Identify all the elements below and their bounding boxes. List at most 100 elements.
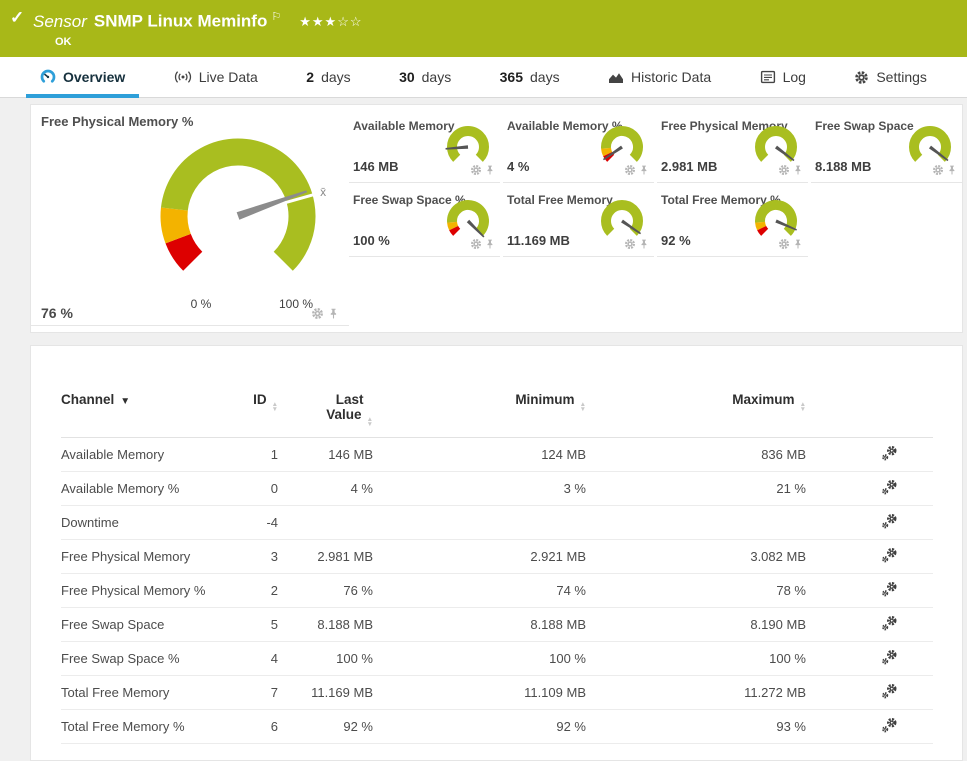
gauges-panel: Free Physical Memory % x̄ 0 % 100 % 76 %…: [30, 104, 963, 333]
sensor-status-badge: OK: [55, 35, 72, 48]
tab-label: days: [321, 69, 351, 85]
channel-table-row: Free Swap Space 5 8.188 MB 8.188 MB 8.19…: [61, 607, 933, 642]
channel-id: 6: [221, 709, 278, 744]
sort-icon: ▲ ▼: [799, 401, 806, 413]
status-check-icon: ✓: [10, 8, 25, 27]
pin-icon[interactable]: [639, 164, 649, 176]
channel-id: 0: [221, 471, 278, 506]
table-header-row: Channel ▼ ID ▲ ▼ Last Value ▲ ▼ Minimum ▲ ▼ Max…: [61, 366, 933, 438]
column-header-minimum[interactable]: Minimum ▲ ▼: [373, 366, 586, 438]
tab-2-days[interactable]: 2 days: [292, 57, 364, 97]
channel-table: Channel ▼ ID ▲ ▼ Last Value ▲ ▼ Minimum ▲ ▼ Max…: [61, 366, 933, 744]
channel-settings-icon[interactable]: [881, 445, 898, 462]
sort-icon: ▲ ▼: [579, 401, 586, 413]
channel-gauge-tile[interactable]: Available Memory 146 MB: [349, 109, 500, 183]
channel-gauge-grid: Available Memory 146 MB Available Memory…: [349, 105, 962, 332]
gear-icon[interactable]: [470, 238, 482, 250]
pin-icon[interactable]: [328, 307, 339, 320]
channel-gauge-tile[interactable]: Total Free Memory 11.169 MB: [503, 183, 654, 257]
channel-settings-icon[interactable]: [881, 513, 898, 530]
channel-minimum: 74 %: [373, 573, 586, 608]
tab-label: days: [421, 69, 452, 85]
pin-icon[interactable]: [793, 164, 803, 176]
channel-name: Available Memory: [61, 437, 221, 472]
channel-last-value: 2.981 MB: [278, 539, 373, 574]
channel-minimum: 124 MB: [373, 437, 586, 472]
channel-gauge-tile[interactable]: Free Swap Space 8.188 MB: [811, 109, 962, 183]
gauge-icon: [40, 69, 56, 85]
channel-last-value: 76 %: [278, 573, 373, 608]
channel-settings-icon[interactable]: [881, 717, 898, 734]
tab-settings[interactable]: Settings: [840, 57, 941, 97]
sort-desc-icon: ▼: [120, 396, 131, 407]
column-header-last-value[interactable]: Last Value ▲ ▼: [278, 366, 373, 438]
gear-icon[interactable]: [470, 164, 482, 176]
channel-table-row: Free Physical Memory 3 2.981 MB 2.921 MB…: [61, 539, 933, 574]
channel-id: 7: [221, 675, 278, 710]
tab-overview[interactable]: Overview: [26, 57, 140, 98]
primary-gauge-value: 76 %: [41, 305, 73, 321]
column-label: Maximum: [732, 392, 795, 407]
channel-id: 4: [221, 641, 278, 676]
tab-label: Historic Data: [631, 69, 712, 85]
tab-historic-data[interactable]: Historic Data: [594, 57, 725, 97]
channel-name: Free Swap Space: [61, 607, 221, 642]
channel-settings-icon[interactable]: [881, 683, 898, 700]
primary-channel-gauge: Free Physical Memory % x̄ 0 % 100 % 76 %: [31, 105, 349, 326]
priority-stars[interactable]: ★★★☆☆: [299, 14, 362, 29]
gear-icon[interactable]: [778, 164, 790, 176]
column-header-channel[interactable]: Channel ▼: [61, 366, 221, 438]
gear-icon[interactable]: [624, 164, 636, 176]
channel-settings-icon[interactable]: [881, 479, 898, 496]
channel-name: Free Physical Memory: [61, 539, 221, 574]
channel-gauge-tile[interactable]: Total Free Memory % 92 %: [657, 183, 808, 257]
channel-last-value: 4 %: [278, 471, 373, 506]
sort-icon: ▲ ▼: [271, 401, 278, 413]
pin-icon[interactable]: [793, 238, 803, 250]
channel-table-row: Total Free Memory % 6 92 % 92 % 93 %: [61, 709, 933, 744]
gear-icon[interactable]: [311, 307, 324, 320]
channel-table-row: Free Swap Space % 4 100 % 100 % 100 %: [61, 641, 933, 676]
channel-last-value: 11.169 MB: [278, 675, 373, 710]
channel-id: -4: [221, 505, 278, 540]
channel-last-value: 100 %: [278, 641, 373, 676]
tab-365-days[interactable]: 365 days: [486, 57, 574, 97]
channel-gauge-chart: [601, 200, 643, 236]
channel-settings-icon[interactable]: [881, 547, 898, 564]
gear-icon[interactable]: [932, 164, 944, 176]
channel-table-row: Downtime -4: [61, 505, 933, 540]
tab-log[interactable]: Log: [746, 57, 820, 97]
channel-table-row: Available Memory 1 146 MB 124 MB 836 MB: [61, 437, 933, 472]
tab-30-days[interactable]: 30 days: [385, 57, 465, 97]
channel-gauge-tile[interactable]: Available Memory % 4 %: [503, 109, 654, 183]
channel-gauge-value: 92 %: [661, 233, 691, 248]
pin-icon[interactable]: [485, 164, 495, 176]
gear-icon[interactable]: [624, 238, 636, 250]
tab-label: days: [530, 69, 560, 85]
channel-gauge-tile[interactable]: Free Physical Memory 2.981 MB: [657, 109, 808, 183]
channel-gauge-value: 2.981 MB: [661, 159, 718, 174]
channel-settings-icon[interactable]: [881, 581, 898, 598]
flag-icon[interactable]: ⚐: [271, 11, 281, 23]
column-header-maximum[interactable]: Maximum ▲ ▼: [586, 366, 806, 438]
channel-gauge-chart: [755, 126, 797, 162]
sort-icon: ▲ ▼: [366, 416, 373, 428]
channel-last-value: [278, 505, 373, 540]
pin-icon[interactable]: [639, 238, 649, 250]
pin-icon[interactable]: [485, 238, 495, 250]
channel-gauge-tile[interactable]: Free Swap Space % 100 %: [349, 183, 500, 257]
channel-gauge-chart: [447, 200, 489, 238]
primary-gauge-chart: x̄: [160, 138, 326, 271]
pin-icon[interactable]: [947, 164, 957, 176]
channel-gauge-chart: [601, 126, 643, 162]
column-header-id[interactable]: ID ▲ ▼: [221, 366, 278, 438]
channel-table-row: Total Free Memory 7 11.169 MB 11.109 MB …: [61, 675, 933, 710]
gear-icon[interactable]: [778, 238, 790, 250]
column-label: ID: [253, 392, 267, 407]
tab-live-data[interactable]: Live Data: [160, 57, 272, 97]
channel-id: 3: [221, 539, 278, 574]
channel-settings-icon[interactable]: [881, 649, 898, 666]
channel-settings-icon[interactable]: [881, 615, 898, 632]
channel-name: Available Memory %: [61, 471, 221, 506]
channel-gauge-value: 11.169 MB: [507, 233, 570, 248]
